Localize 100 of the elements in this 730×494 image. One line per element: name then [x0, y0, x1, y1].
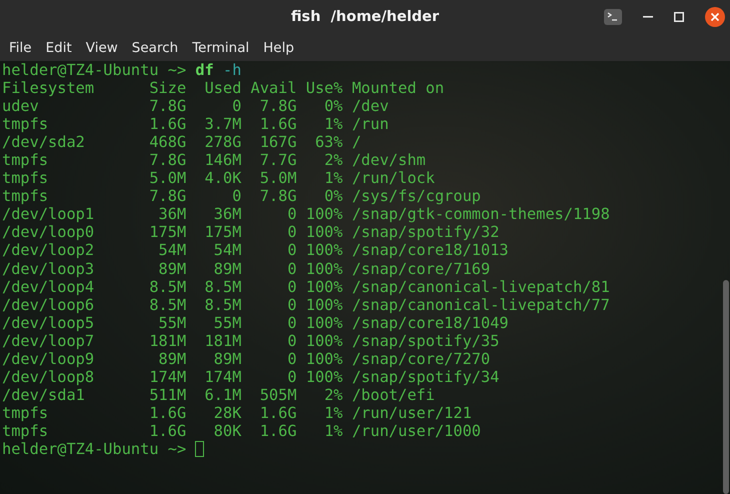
menu-item[interactable]: Terminal [185, 40, 256, 56]
output-cell: 3.7M [204, 115, 242, 134]
output-cell: 1.6G [149, 422, 186, 440]
output-cell-text: /boot/efi [350, 386, 435, 404]
output-cell: 8.5M [204, 296, 242, 314]
output-cell: /dev/loop9 [2, 350, 94, 368]
output-cell: 0% [324, 187, 343, 206]
menu-item[interactable]: Search [124, 40, 186, 56]
output-cell: /dev/loop5 [2, 314, 94, 332]
menu-item[interactable]: Help [256, 40, 302, 56]
output-cell: udev [2, 97, 39, 116]
close-icon[interactable] [705, 7, 725, 27]
output-cell: 7.8G [149, 97, 186, 116]
column-header: Used [204, 79, 242, 98]
shell-prompt: helder@TZ4-Ubuntu ~> [2, 61, 186, 80]
output-cell-text: /snap/canonical-livepatch/81 [350, 278, 610, 296]
output-cell: 0 [287, 296, 297, 314]
output-cell: 4.0K [204, 169, 242, 188]
output-cell-text: /dev [350, 97, 389, 116]
output-cell: 175M [149, 223, 186, 242]
output-cell: /dev/sda2 [2, 133, 85, 152]
output-cell: /dev/loop2 [2, 241, 94, 260]
output-cell: 54M [158, 241, 186, 260]
output-cell: 55M [158, 314, 186, 332]
shell-prompt: helder@TZ4-Ubuntu ~> [2, 440, 186, 458]
output-cell-text: /snap/core/7270 [350, 350, 490, 368]
output-cell: 89M [214, 350, 242, 368]
output-cell: 468G [149, 133, 186, 152]
output-cell: 0 [287, 278, 297, 296]
scrollbar-thumb[interactable] [723, 280, 729, 494]
output-cell-text: /run/user/121 [350, 404, 472, 422]
output-cell: 6.1M [204, 386, 242, 404]
output-cell: 1% [324, 115, 343, 134]
output-cell: 100% [306, 296, 343, 314]
output-cell: tmpfs [2, 151, 48, 170]
output-cell: 1.6G [149, 115, 186, 134]
output-cell: 80K [214, 422, 242, 440]
output-cell: /dev/loop3 [2, 260, 94, 278]
output-cell: 100% [306, 278, 343, 296]
output-cell: 1.6G [260, 422, 297, 440]
output-cell: 1% [324, 169, 343, 188]
output-cell: 7.8G [149, 187, 186, 206]
output-cell: 0 [287, 241, 297, 260]
column-header: Avail [250, 79, 297, 98]
output-cell: /dev/loop4 [2, 278, 94, 296]
output-cell-text: /snap/spotify/32 [350, 223, 500, 242]
output-cell: 7.8G [149, 151, 186, 170]
output-cell-text: /snap/spotify/35 [350, 332, 500, 350]
menu-item[interactable]: View [78, 40, 125, 56]
output-cell-text: /snap/gtk-common-themes/1198 [350, 205, 610, 224]
output-cell-text: /snap/canonical-livepatch/77 [350, 296, 610, 314]
output-cell: 181M [204, 332, 242, 350]
output-cell: tmpfs [2, 115, 48, 134]
output-cell: 0 [287, 332, 297, 350]
output-cell-text: /sys/fs/cgroup [350, 187, 481, 206]
output-cell: 278G [204, 133, 242, 152]
output-cell: 167G [260, 133, 297, 152]
output-cell: 100% [306, 368, 343, 386]
output-cell: 2% [324, 386, 343, 404]
output-cell: 89M [158, 260, 186, 278]
output-cell: 0% [324, 97, 343, 116]
column-header: Use% [306, 79, 343, 98]
menu-item[interactable]: Edit [38, 40, 79, 56]
output-cell-text: /snap/core18/1049 [350, 314, 508, 332]
output-cell-text: /snap/core/7169 [350, 260, 490, 278]
output-cell: 181M [149, 332, 186, 350]
output-cell-text: /snap/core18/1013 [350, 241, 508, 260]
output-cell: 36M [158, 205, 186, 224]
output-cell: tmpfs [2, 404, 48, 422]
output-cell-text: /run/user/1000 [350, 422, 481, 440]
output-cell: 100% [306, 260, 343, 278]
output-cell: /dev/sda1 [2, 386, 85, 404]
output-cell: tmpfs [2, 169, 48, 188]
output-cell: /dev/loop0 [2, 223, 94, 242]
output-cell: 100% [306, 223, 343, 242]
minimize-icon[interactable] [643, 16, 653, 18]
output-cell: 8.5M [149, 278, 186, 296]
maximize-icon[interactable] [674, 12, 684, 22]
terminal-icon[interactable] [604, 9, 622, 25]
output-cell: 63% [315, 133, 343, 152]
output-cell-text: /dev/shm [350, 151, 426, 170]
output-cell-text: / [350, 133, 362, 152]
column-header: Mounted on [350, 79, 444, 98]
output-cell: 36M [214, 205, 242, 224]
output-cell: 0 [232, 187, 242, 206]
output-cell: 55M [214, 314, 242, 332]
output-cell: tmpfs [2, 187, 48, 206]
output-cell: 8.5M [204, 278, 242, 296]
column-header: Filesystem [2, 79, 94, 98]
output-cell: 146M [204, 151, 242, 170]
output-cell: 1.6G [260, 115, 297, 134]
output-cell: 28K [214, 404, 242, 422]
output-cell: 89M [158, 350, 186, 368]
output-cell: 0 [287, 350, 297, 368]
menu-item[interactable]: File [2, 40, 39, 56]
command-text: df [195, 61, 214, 80]
output-cell: 1% [324, 404, 343, 422]
output-cell-text: /run/lock [350, 169, 435, 188]
output-cell: 0 [287, 205, 297, 224]
output-cell-text: /snap/spotify/34 [350, 368, 500, 386]
